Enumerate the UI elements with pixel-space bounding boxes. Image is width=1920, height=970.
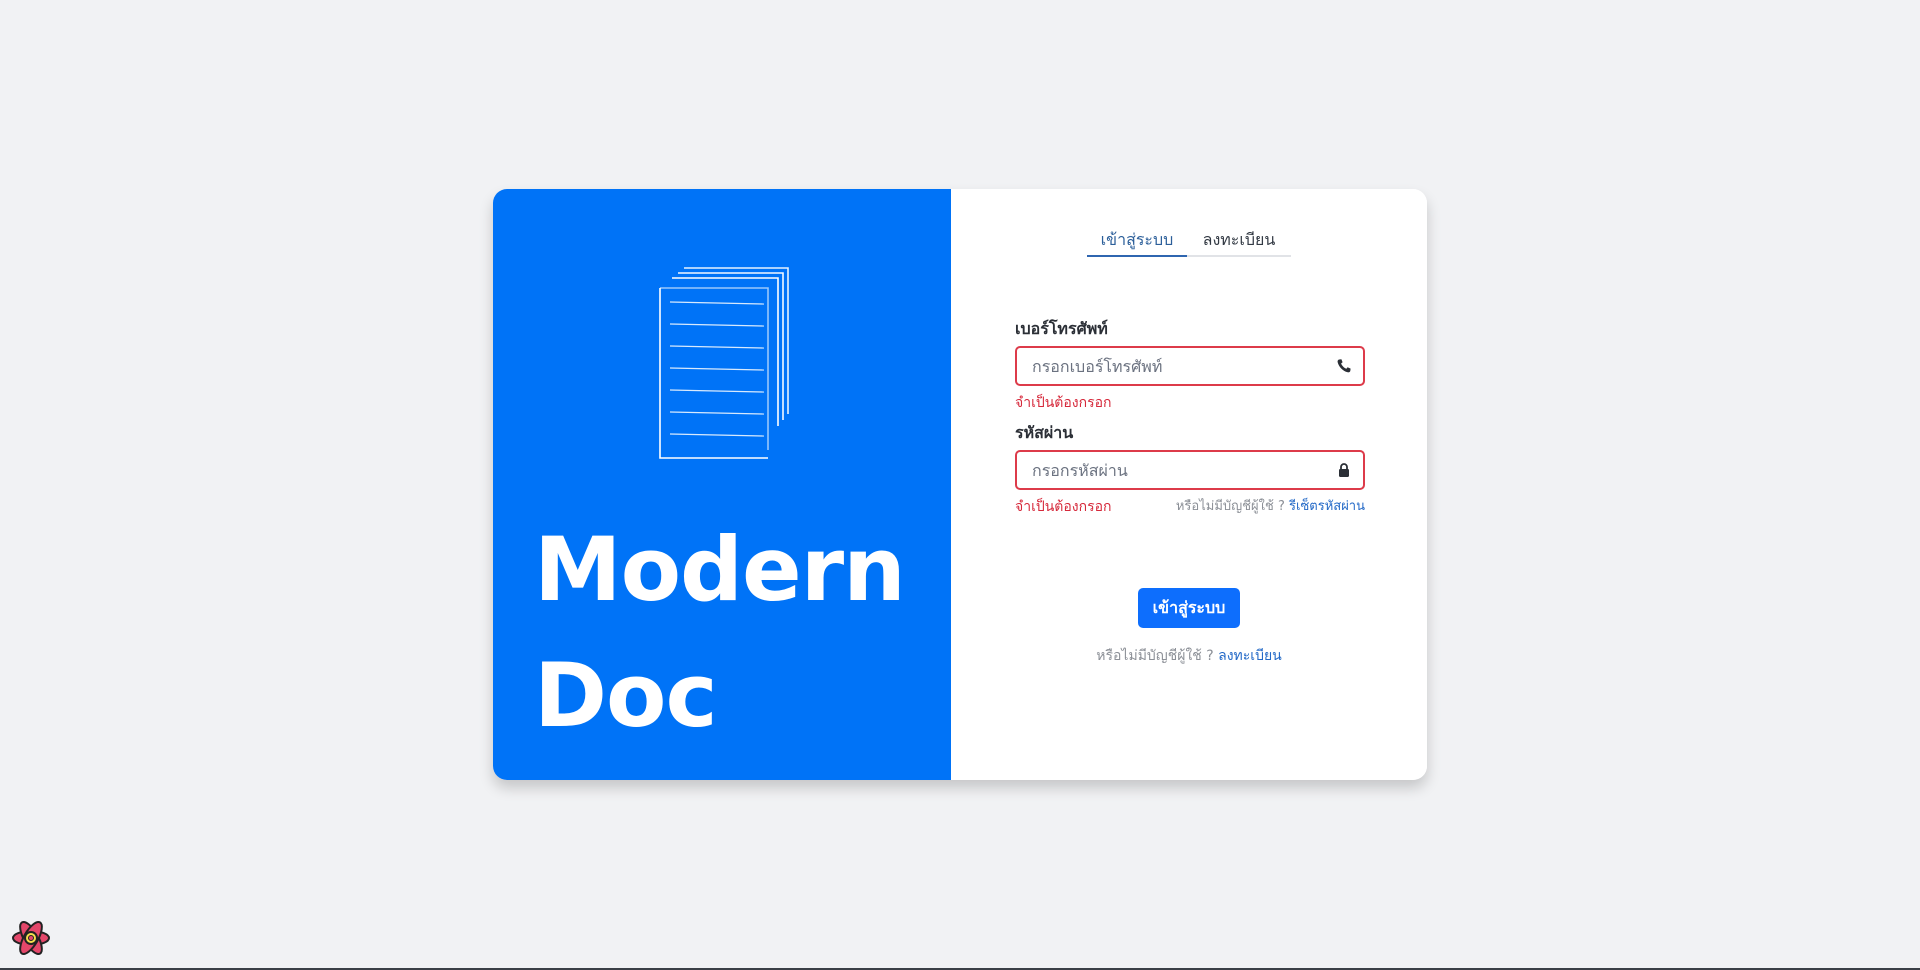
phone-field-wrapper: [1015, 346, 1365, 386]
register-row: หรือไม่มีบัญชีผู้ใช้ ? ลงทะเบียน: [951, 645, 1427, 667]
password-field-wrapper: [1015, 450, 1365, 490]
login-button[interactable]: เข้าสู่ระบบ: [1138, 588, 1240, 628]
document-stack-icon: [659, 267, 789, 459]
password-input[interactable]: [1017, 452, 1332, 488]
brand-title: Modern Doc: [534, 507, 906, 759]
tab-login[interactable]: เข้าสู่ระบบ: [1087, 225, 1187, 257]
forgot-prompt: หรือไม่มีบัญชีผู้ใช้ ?: [1175, 499, 1285, 514]
auth-tabs: เข้าสู่ระบบ ลงทะเบียน: [1087, 225, 1291, 257]
password-error: จำเป็นต้องกรอก: [1015, 499, 1112, 515]
reset-password-link[interactable]: รีเซ็ตรหัสผ่าน: [1289, 499, 1365, 514]
react-devtools-icon[interactable]: [10, 917, 52, 959]
phone-input[interactable]: [1017, 348, 1332, 384]
phone-error: จำเป็นต้องกรอก: [1015, 395, 1112, 411]
tab-register[interactable]: ลงทะเบียน: [1187, 225, 1291, 255]
brand-panel: Modern Doc: [493, 189, 951, 780]
form-panel: เข้าสู่ระบบ ลงทะเบียน เบอร์โทรศัพท์ จำเป…: [951, 189, 1427, 780]
brand-title-line1: Modern: [534, 518, 906, 621]
lock-icon: [1339, 463, 1349, 477]
login-card: Modern Doc เข้าสู่ระบบ ลงทะเบียน เบอร์โท…: [493, 189, 1427, 780]
forgot-password-row: หรือไม่มีบัญชีผู้ใช้ ? รีเซ็ตรหัสผ่าน: [1166, 495, 1365, 516]
brand-title-line2: Doc: [534, 644, 718, 747]
register-prompt: หรือไม่มีบัญชีผู้ใช้ ?: [1096, 648, 1214, 664]
password-label: รหัสผ่าน: [1015, 423, 1074, 442]
phone-icon: [1337, 359, 1351, 373]
register-link[interactable]: ลงทะเบียน: [1218, 648, 1282, 664]
phone-label: เบอร์โทรศัพท์: [1015, 319, 1108, 338]
